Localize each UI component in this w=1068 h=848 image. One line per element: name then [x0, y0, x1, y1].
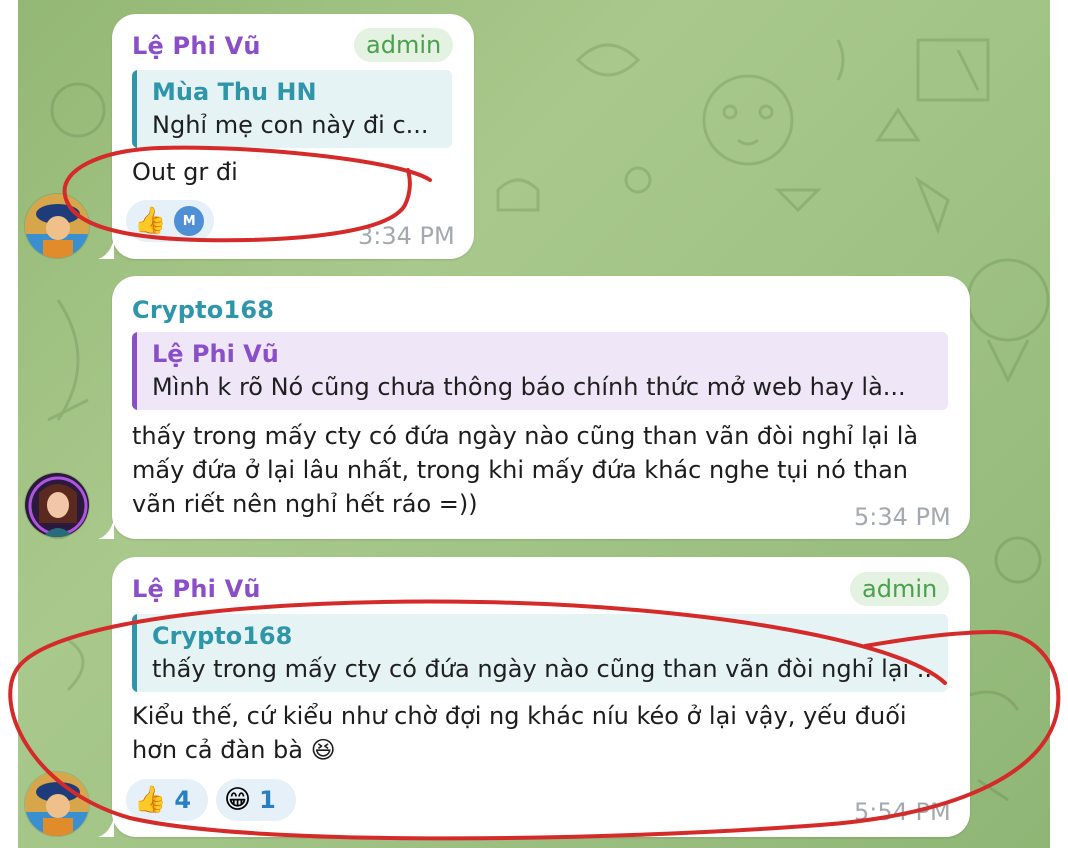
reply-bar — [132, 70, 137, 148]
reply-text: thấy trong mấy cty có đứa ngày nào cũng … — [152, 655, 940, 683]
reactor-avatar: M — [174, 206, 204, 236]
reply-sender: Mùa Thu HN — [152, 78, 317, 106]
message-time: 5:54 PM — [854, 798, 951, 826]
reply-sender: Lệ Phi Vũ — [152, 340, 279, 368]
message-line-2: hơn cả đàn bà 😆 — [132, 736, 336, 764]
admin-badge: admin — [850, 572, 950, 606]
message-time: 5:34 PM — [854, 503, 951, 531]
bubble-tail — [98, 239, 114, 259]
message-line-1: thấy trong mấy cty có đứa ngày nào cũng … — [132, 422, 919, 450]
reaction-thumbs-up[interactable]: 👍 4 — [126, 779, 208, 821]
sender-name[interactable]: Lệ Phi Vũ — [132, 32, 261, 60]
avatar-crypto168[interactable] — [24, 472, 90, 538]
message-text: thấy trong mấy cty có đứa ngày nào cũng … — [132, 419, 952, 521]
reaction-count: 1 — [259, 786, 276, 814]
avatar-le-phi-vu-1[interactable] — [24, 193, 90, 259]
reply-bar — [132, 332, 137, 410]
reply-bar — [132, 614, 137, 692]
bubble-tail — [98, 519, 114, 539]
bubble-tail — [98, 817, 114, 837]
reaction-count: 4 — [174, 786, 192, 814]
message-bubble-1[interactable]: Lệ Phi Vũ admin Mùa Thu HN Nghỉ mẹ con n… — [98, 14, 474, 259]
reply-sender: Crypto168 — [152, 622, 293, 650]
admin-badge: admin — [354, 28, 454, 62]
message-line-3: vãn riết nên nghỉ hết ráo =)) — [132, 490, 478, 518]
message-bubble-3[interactable]: Lệ Phi Vũ admin Crypto168 thấy trong mấy… — [98, 557, 970, 837]
message-line-1: Kiểu thế, cứ kiểu như chờ đợi ng khác ní… — [132, 702, 907, 730]
reaction-thumbs-up[interactable]: 👍 M — [126, 200, 214, 242]
grin-icon: 😁 — [224, 785, 252, 815]
message-time: 3:34 PM — [358, 222, 455, 250]
reply-quote[interactable]: Crypto168 thấy trong mấy cty có đứa ngày… — [132, 614, 948, 692]
reaction-grin[interactable]: 😁 1 — [216, 779, 296, 821]
message-bubble-2[interactable]: Crypto168 Lệ Phi Vũ Mình k rõ Nó cũng ch… — [98, 276, 970, 539]
thumbs-up-icon: 👍 — [134, 206, 167, 236]
reply-text: Nghỉ mẹ con này đi c... — [152, 111, 429, 139]
sender-name[interactable]: Lệ Phi Vũ — [132, 575, 261, 603]
thumbs-up-icon: 👍 — [134, 785, 167, 815]
reply-quote[interactable]: Lệ Phi Vũ Mình k rõ Nó cũng chưa thông b… — [132, 332, 948, 410]
sender-name[interactable]: Crypto168 — [132, 296, 274, 324]
message-line-2: mấy đứa ở lại lâu nhất, trong khi mấy đứ… — [132, 456, 908, 484]
avatar-le-phi-vu-2[interactable] — [24, 771, 90, 837]
reply-text: Mình k rõ Nó cũng chưa thông báo chính t… — [152, 373, 906, 401]
message-text: Kiểu thế, cứ kiểu như chờ đợi ng khác ní… — [132, 699, 952, 767]
message-text: Out gr đi — [132, 158, 238, 186]
reply-quote[interactable]: Mùa Thu HN Nghỉ mẹ con này đi c... — [132, 70, 452, 148]
